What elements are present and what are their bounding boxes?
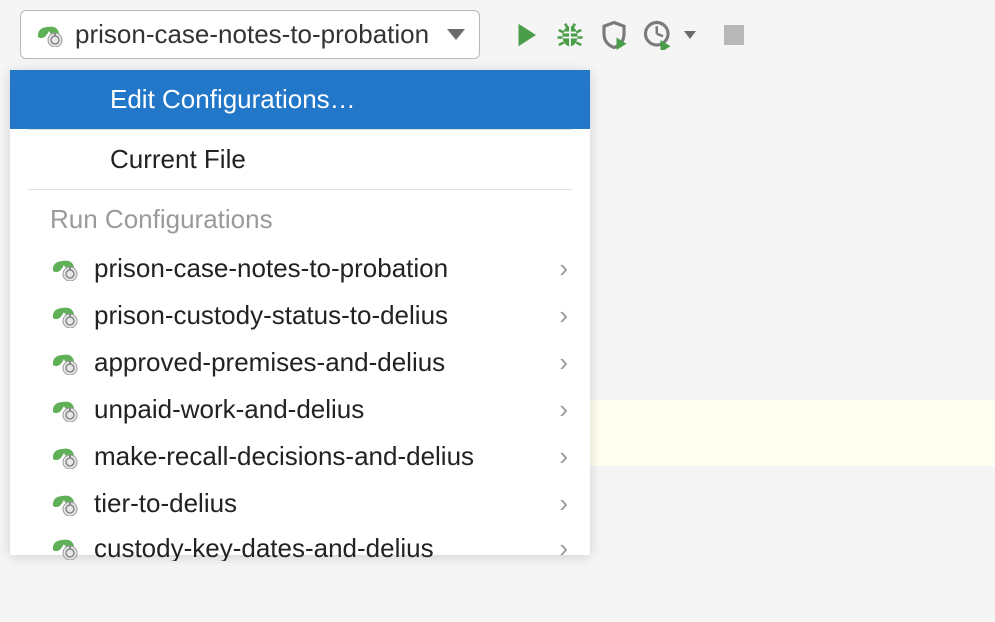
stop-button <box>712 13 756 57</box>
spring-boot-icon <box>50 445 80 469</box>
config-item[interactable]: prison-case-notes-to-probation › <box>10 245 590 292</box>
config-name: make-recall-decisions-and-delius <box>94 441 545 472</box>
spring-boot-icon <box>50 398 80 422</box>
spring-boot-icon <box>50 492 80 516</box>
spring-boot-icon <box>50 536 80 560</box>
spring-boot-icon <box>50 304 80 328</box>
edit-configurations-label: Edit Configurations… <box>110 84 356 115</box>
spring-boot-icon <box>50 351 80 375</box>
config-name: unpaid-work-and-delius <box>94 394 545 425</box>
current-file-label: Current File <box>110 144 246 175</box>
toolbar: prison-case-notes-to-probation <box>0 0 995 69</box>
profile-dropdown-icon[interactable] <box>684 31 696 39</box>
run-config-dropdown: Edit Configurations… Current File Run Co… <box>10 70 590 555</box>
run-configurations-header: Run Configurations <box>10 190 590 245</box>
config-item[interactable]: tier-to-delius › <box>10 480 590 527</box>
highlight-strip <box>590 400 995 466</box>
chevron-right-icon: › <box>559 394 568 425</box>
run-config-selector[interactable]: prison-case-notes-to-probation <box>20 10 480 59</box>
edit-configurations-item[interactable]: Edit Configurations… <box>10 70 590 129</box>
config-name: custody-key-dates-and-delius <box>94 533 545 562</box>
chevron-right-icon: › <box>559 347 568 378</box>
chevron-right-icon: › <box>559 488 568 519</box>
config-name: prison-case-notes-to-probation <box>94 253 545 284</box>
chevron-right-icon: › <box>559 533 568 562</box>
config-item[interactable]: custody-key-dates-and-delius › <box>10 527 590 561</box>
chevron-right-icon: › <box>559 300 568 331</box>
config-name: prison-custody-status-to-delius <box>94 300 545 331</box>
config-item[interactable]: approved-premises-and-delius › <box>10 339 590 386</box>
chevron-right-icon: › <box>559 253 568 284</box>
debug-button[interactable] <box>548 13 592 57</box>
spring-boot-icon <box>35 23 65 47</box>
config-item[interactable]: prison-custody-status-to-delius › <box>10 292 590 339</box>
config-name: approved-premises-and-delius <box>94 347 545 378</box>
chevron-right-icon: › <box>559 441 568 472</box>
config-name: tier-to-delius <box>94 488 545 519</box>
chevron-down-icon <box>447 29 465 40</box>
current-file-item[interactable]: Current File <box>10 130 590 189</box>
profile-button[interactable] <box>636 13 680 57</box>
config-item[interactable]: unpaid-work-and-delius › <box>10 386 590 433</box>
coverage-button[interactable] <box>592 13 636 57</box>
spring-boot-icon <box>50 257 80 281</box>
run-button[interactable] <box>504 13 548 57</box>
config-item[interactable]: make-recall-decisions-and-delius › <box>10 433 590 480</box>
selected-config-label: prison-case-notes-to-probation <box>75 19 429 50</box>
